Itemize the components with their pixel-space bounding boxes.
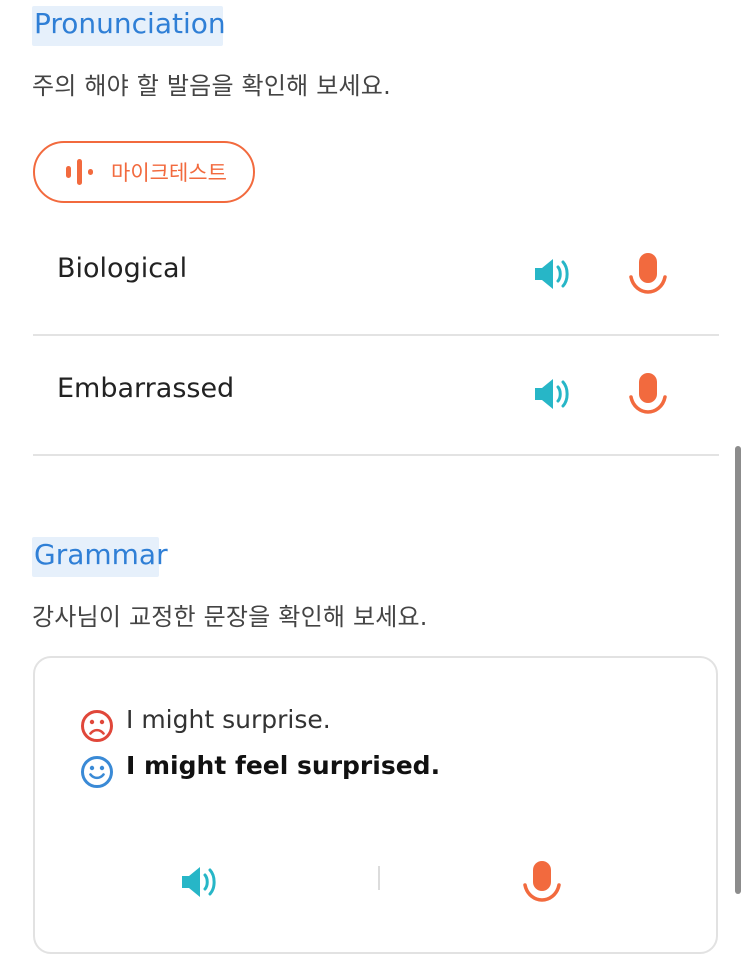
speaker-icon[interactable]: [531, 252, 575, 296]
mic-test-button[interactable]: 마이크테스트: [33, 141, 255, 203]
happy-face-icon: [81, 756, 113, 788]
grammar-title: Grammar: [32, 537, 170, 573]
list-item: Embarrassed: [33, 336, 719, 456]
pronunciation-subtitle: 주의 해야 할 발음을 확인해 보세요.: [32, 72, 391, 100]
microphone-icon[interactable]: [626, 372, 670, 416]
mic-test-label: 마이크테스트: [111, 161, 227, 185]
original-sentence: I might surprise.: [126, 705, 331, 734]
speaker-icon[interactable]: [178, 860, 222, 904]
divider: [33, 454, 719, 456]
microphone-icon[interactable]: [520, 860, 564, 904]
sad-face-icon: [81, 710, 113, 742]
grammar-subtitle: 강사님이 교정한 문장을 확인해 보세요.: [32, 603, 428, 631]
corrected-sentence: I might feel surprised.: [126, 751, 441, 780]
card-separator: [378, 866, 380, 890]
waveform-icon: [66, 159, 93, 185]
word-label: Embarrassed: [57, 373, 235, 404]
microphone-icon[interactable]: [626, 252, 670, 296]
word-label: Biological: [57, 253, 188, 284]
list-item: Biological: [33, 214, 719, 334]
grammar-card: [33, 656, 718, 954]
scrollbar[interactable]: [735, 446, 741, 894]
pronunciation-title: Pronunciation: [32, 6, 228, 42]
speaker-icon[interactable]: [531, 372, 575, 416]
